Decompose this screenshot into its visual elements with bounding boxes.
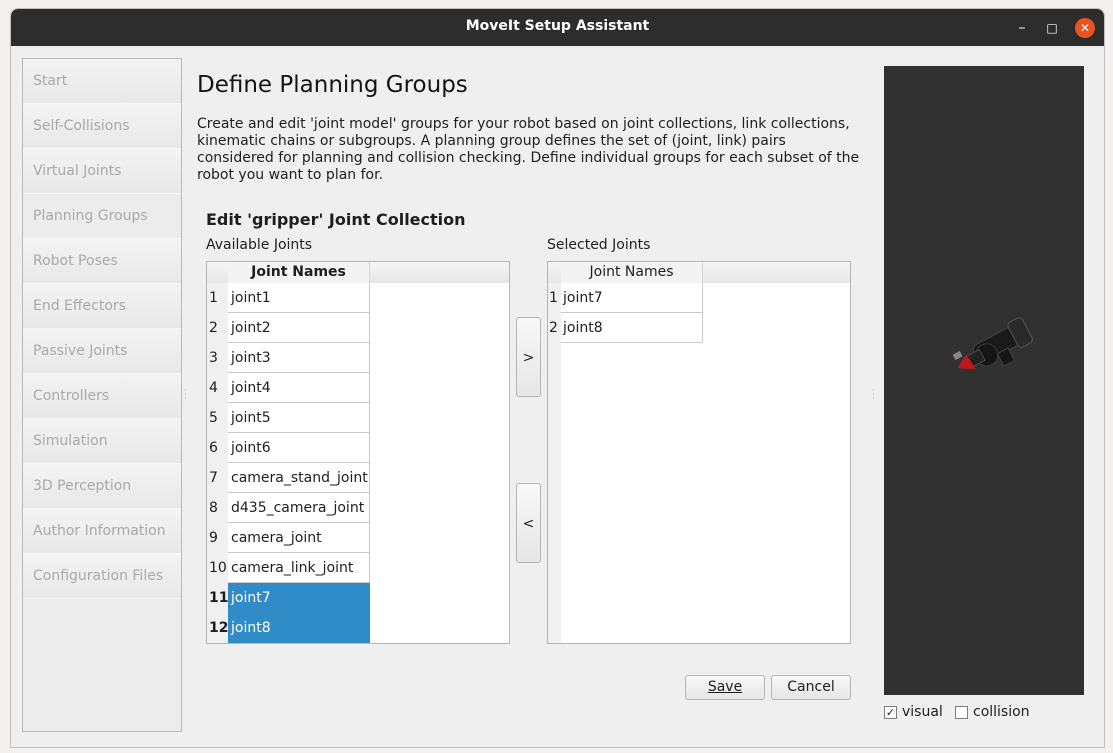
cancel-button-label: Cancel — [787, 679, 835, 695]
row-number: 6 — [207, 433, 228, 463]
selected-joints-rows: 1 joint7 2 joint8 — [548, 283, 850, 343]
table-corner — [548, 262, 561, 283]
row-number: 12 — [207, 613, 228, 643]
joint-name-cell[interactable]: joint5 — [228, 403, 370, 433]
row-number: 4 — [207, 373, 228, 403]
table-row[interactable]: 7 camera_stand_joint — [207, 463, 509, 493]
table-row[interactable]: 2 joint8 — [548, 313, 850, 343]
sidebar-item-self-collisions[interactable]: Self-Collisions — [23, 104, 181, 149]
visual-checkbox-label[interactable]: visual — [902, 704, 943, 720]
maximize-icon[interactable]: □ — [1042, 18, 1062, 38]
sidebar-item-configuration-files[interactable]: Configuration Files — [23, 554, 181, 599]
table-row[interactable]: 1 joint7 — [548, 283, 850, 313]
app-window: MoveIt Setup Assistant – □ ✕ Start Self-… — [10, 8, 1105, 748]
row-number: 1 — [548, 283, 561, 313]
remove-joint-button[interactable]: < — [516, 483, 541, 563]
right-splitter-handle[interactable]: · · · — [872, 387, 876, 403]
table-row[interactable]: 2 joint2 — [207, 313, 509, 343]
row-number: 2 — [207, 313, 228, 343]
table-header: Joint Names — [207, 262, 509, 283]
save-button[interactable]: Save — [685, 675, 765, 700]
robot-model-render — [952, 317, 1033, 370]
sidebar-nav: Start Self-Collisions Virtual Joints Pla… — [22, 58, 182, 732]
available-joints-table[interactable]: Joint Names 1 joint1 2 joint2 3 joint3 4 joint4… — [206, 261, 510, 644]
row-number: 2 — [548, 313, 561, 343]
available-joints-rows: 1 joint1 2 joint2 3 joint3 4 joint4 5 joint5 6 join… — [207, 283, 509, 643]
joint-name-cell[interactable]: joint6 — [228, 433, 370, 463]
close-icon[interactable]: ✕ — [1075, 18, 1095, 38]
page-title: Define Planning Groups — [197, 72, 468, 98]
sidebar-item-author-information[interactable]: Author Information — [23, 509, 181, 554]
table-row[interactable]: 1 joint1 — [207, 283, 509, 313]
visual-checkbox[interactable]: ✓ — [884, 706, 897, 719]
table-row[interactable]: 6 joint6 — [207, 433, 509, 463]
table-row[interactable]: 5 joint5 — [207, 403, 509, 433]
selected-joints-table[interactable]: Joint Names 1 joint7 2 joint8 — [547, 261, 851, 644]
row-number: 5 — [207, 403, 228, 433]
joint-name-cell[interactable]: joint1 — [228, 283, 370, 313]
row-number: 11 — [207, 583, 228, 613]
cancel-button[interactable]: Cancel — [771, 675, 851, 700]
joint-name-cell[interactable]: joint2 — [228, 313, 370, 343]
window-title: MoveIt Setup Assistant — [465, 18, 650, 34]
joint-name-cell[interactable]: camera_link_joint — [228, 553, 370, 583]
joint-name-cell[interactable]: d435_camera_joint — [228, 493, 370, 523]
table-row[interactable]: 11 joint7 — [207, 583, 509, 613]
joint-name-cell[interactable]: camera_stand_joint — [228, 463, 370, 493]
table-row[interactable]: 4 joint4 — [207, 373, 509, 403]
page-description: Create and edit 'joint model' groups for… — [197, 116, 860, 183]
sidebar-item-virtual-joints[interactable]: Virtual Joints — [23, 149, 181, 194]
table-row[interactable]: 9 camera_joint — [207, 523, 509, 553]
save-button-label: Save — [707, 679, 743, 695]
joint-name-cell[interactable]: joint3 — [228, 343, 370, 373]
row-number: 3 — [207, 343, 228, 373]
row-number: 8 — [207, 493, 228, 523]
table-header: Joint Names — [548, 262, 850, 283]
row-number: 10 — [207, 553, 228, 583]
sidebar-item-planning-groups[interactable]: Planning Groups — [23, 194, 181, 239]
sidebar-item-simulation[interactable]: Simulation — [23, 419, 181, 464]
sidebar-item-passive-joints[interactable]: Passive Joints — [23, 329, 181, 374]
add-joint-button[interactable]: > — [516, 317, 541, 397]
sidebar-item-3d-perception[interactable]: 3D Perception — [23, 464, 181, 509]
sidebar-item-controllers[interactable]: Controllers — [23, 374, 181, 419]
sidebar-item-start[interactable]: Start — [23, 59, 181, 104]
table-corner — [207, 262, 228, 283]
row-number: 1 — [207, 283, 228, 313]
row-number: 9 — [207, 523, 228, 553]
left-splitter-handle[interactable]: · · · — [184, 387, 188, 403]
table-row[interactable]: 10 camera_link_joint — [207, 553, 509, 583]
column-header-joint-names[interactable]: Joint Names — [561, 262, 703, 283]
joint-name-cell[interactable]: joint8 — [228, 613, 370, 643]
column-header-joint-names[interactable]: Joint Names — [228, 262, 370, 283]
available-joints-label: Available Joints — [206, 237, 313, 253]
row-number: 7 — [207, 463, 228, 493]
joint-name-cell[interactable]: camera_joint — [228, 523, 370, 553]
joint-name-cell[interactable]: joint8 — [561, 313, 703, 343]
table-row[interactable]: 3 joint3 — [207, 343, 509, 373]
joint-name-cell[interactable]: joint7 — [228, 583, 370, 613]
sidebar-item-robot-poses[interactable]: Robot Poses — [23, 239, 181, 284]
joint-name-cell[interactable]: joint4 — [228, 373, 370, 403]
collision-checkbox-label[interactable]: collision — [973, 704, 1030, 720]
collision-checkbox[interactable] — [955, 706, 968, 719]
minimize-icon[interactable]: – — [1012, 18, 1032, 38]
check-icon: ✓ — [885, 706, 896, 719]
table-row[interactable]: 12 joint8 — [207, 613, 509, 643]
title-bar: MoveIt Setup Assistant – □ ✕ — [11, 9, 1104, 46]
robot-3d-viewer[interactable] — [884, 66, 1084, 695]
edit-collection-heading: Edit 'gripper' Joint Collection — [206, 210, 466, 229]
sidebar-item-end-effectors[interactable]: End Effectors — [23, 284, 181, 329]
table-row[interactable]: 8 d435_camera_joint — [207, 493, 509, 523]
selected-joints-label: Selected Joints — [547, 237, 651, 253]
joint-name-cell[interactable]: joint7 — [561, 283, 703, 313]
